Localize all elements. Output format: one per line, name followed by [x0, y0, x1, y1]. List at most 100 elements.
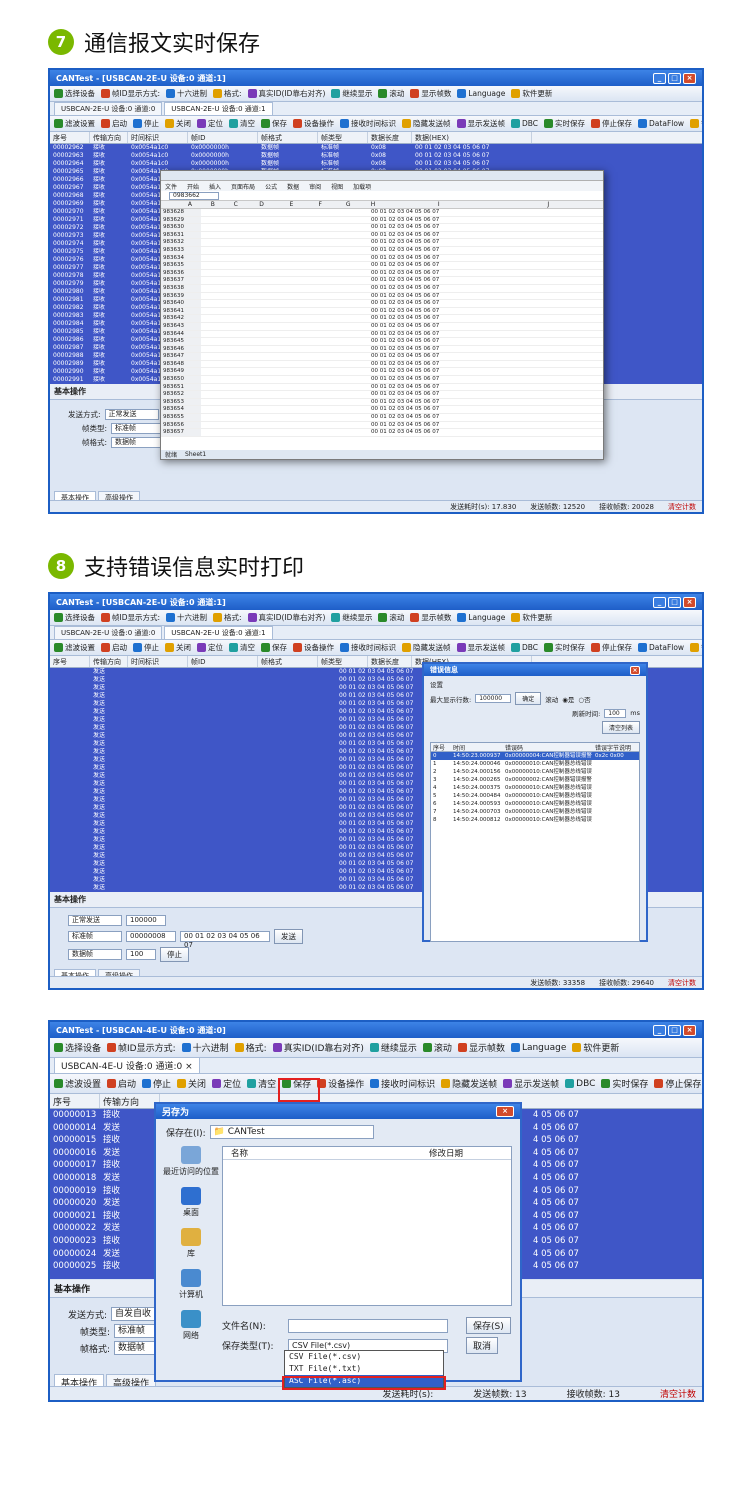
toolbar-item-6[interactable]: 滚动 — [422, 1041, 452, 1054]
device-tab[interactable]: USBCAN-2E-U 设备:0 通道:0 — [54, 626, 163, 639]
maximize-button[interactable]: □ — [668, 596, 681, 608]
action-item-3[interactable]: 关闭 — [165, 642, 191, 653]
toolbar-item-7[interactable]: 显示帧数 — [410, 612, 451, 623]
excel-row[interactable]: 983638 00 01 02 03 04 05 06 07 — [161, 284, 603, 293]
stop-button[interactable]: 停止 — [160, 947, 189, 962]
clear-list-button[interactable]: 清空列表 — [601, 721, 640, 734]
error-column-header[interactable]: 错误字节说明 — [593, 743, 637, 752]
column-letter[interactable]: G — [334, 201, 362, 208]
error-row[interactable]: 6 14:50:24.000593 0x00000010:CAN控制器总线错误 — [431, 800, 639, 808]
ribbon-tab[interactable]: 审阅 — [309, 182, 321, 191]
device-tab[interactable]: USBCAN-2E-U 设备:0 通道:0 — [54, 102, 163, 115]
action-item-11[interactable]: DBC — [565, 1079, 595, 1089]
clear-count-button[interactable]: 清空计数 — [668, 978, 696, 988]
col-date[interactable]: 修改日期 — [423, 1147, 463, 1159]
frame-type-select[interactable]: 标准帧 — [111, 423, 166, 434]
excel-row[interactable]: 983657 00 01 02 03 04 05 06 07 — [161, 429, 603, 437]
device-tab[interactable]: USBCAN-2E-U 设备:0 通道:1 — [164, 102, 273, 115]
toolbar-item-6[interactable]: 滚动 — [378, 88, 404, 99]
place-item[interactable]: 网络 — [181, 1310, 201, 1341]
column-letter[interactable]: I — [384, 201, 494, 208]
excel-row[interactable]: 983640 00 01 02 03 04 05 06 07 — [161, 300, 603, 308]
clear-count-button[interactable]: 清空计数 — [660, 1387, 696, 1400]
error-list[interactable]: 序号 时间 错误码 错误字节说明 0 14:50:23.000937 0x00000004… — [430, 742, 640, 942]
place-item[interactable]: 库 — [181, 1228, 201, 1259]
send-count-input[interactable]: 100000 — [126, 915, 166, 926]
action-item-13[interactable]: 停止保存 — [654, 1077, 701, 1090]
error-row[interactable]: 8 14:50:24.000812 0x00000010:CAN控制器总线错误 — [431, 816, 639, 824]
ribbon-tab[interactable]: 加载项 — [353, 182, 371, 191]
close-button[interactable]: × — [683, 72, 696, 84]
minimize-button[interactable]: _ — [653, 596, 666, 608]
error-row[interactable]: 5 14:50:24.000484 0x00000010:CAN控制器总线错误 — [431, 792, 639, 800]
toolbar-item-4[interactable]: 真实ID(ID靠右对齐) — [247, 88, 325, 99]
frame-id-input[interactable]: 00000008 — [126, 931, 176, 942]
excel-row[interactable]: 983630 00 01 02 03 04 05 06 07 — [161, 224, 603, 232]
action-item-10[interactable]: 显示发送帧 — [456, 118, 505, 129]
frame-format-select[interactable]: 数据帧 — [68, 949, 122, 960]
action-item-12[interactable]: 实时保存 — [544, 118, 585, 129]
column-letter[interactable]: H — [362, 201, 384, 208]
error-row[interactable]: 4 14:50:24.000375 0x00000010:CAN控制器总线错误 — [431, 784, 639, 792]
action-item-2[interactable]: 停止 — [142, 1077, 171, 1090]
column-header[interactable]: 帧类型 — [318, 132, 368, 143]
toolbar-item-4[interactable]: 真实ID(ID靠右对齐) — [247, 612, 325, 623]
excel-row[interactable]: 983639 00 01 02 03 04 05 06 07 — [161, 292, 603, 301]
tab-device[interactable]: USBCAN-4E-U 设备:0 通道:0 × — [54, 1057, 200, 1073]
action-item-9[interactable]: 隐藏发送帧 — [402, 118, 451, 129]
action-item-5[interactable]: 清空 — [247, 1077, 276, 1090]
toolbar-item-0[interactable]: 选择设备 — [54, 612, 95, 623]
column-header[interactable]: 帧ID — [188, 656, 258, 667]
excel-row[interactable]: 983649 00 01 02 03 04 05 06 07 — [161, 368, 603, 377]
radio-no[interactable]: ○否 — [578, 694, 590, 704]
excel-row[interactable]: 983647 00 01 02 03 04 05 06 07 — [161, 353, 603, 361]
toolbar-item-2[interactable]: 十六进制 — [166, 88, 207, 99]
column-letter[interactable]: D — [247, 201, 277, 208]
column-header[interactable]: 数据(HEX) — [412, 132, 532, 143]
maximize-button[interactable]: □ — [668, 72, 681, 84]
send-button[interactable]: 发送 — [274, 929, 303, 944]
toolbar-item-3[interactable]: 格式: — [213, 88, 242, 99]
excel-row[interactable]: 983631 00 01 02 03 04 05 06 07 — [161, 231, 603, 240]
toolbar-item-2[interactable]: 十六进制 — [166, 612, 207, 623]
place-item[interactable]: 桌面 — [181, 1187, 201, 1218]
action-item-10[interactable]: 显示发送帧 — [503, 1077, 559, 1090]
toolbar-item-1[interactable]: 帧ID显示方式: — [101, 612, 160, 623]
toolbar-item-0[interactable]: 选择设备 — [54, 1041, 101, 1054]
action-item-15[interactable]: 错误信息 — [690, 642, 702, 653]
error-row[interactable]: 2 14:50:24.000156 0x00000010:CAN控制器总线错误 — [431, 768, 639, 776]
action-item-7[interactable]: 设备操作 — [293, 118, 334, 129]
ribbon-tab[interactable]: 文件 — [165, 182, 177, 191]
toolbar-item-7[interactable]: 显示帧数 — [410, 88, 451, 99]
excel-row[interactable]: 983644 00 01 02 03 04 05 06 07 — [161, 330, 603, 339]
toolbar-item-4[interactable]: 真实ID(ID靠右对齐) — [272, 1041, 364, 1054]
action-item-11[interactable]: DBC — [511, 643, 538, 652]
column-header[interactable]: 数据长度 — [368, 132, 412, 143]
excel-row[interactable]: 983629 00 01 02 03 04 05 06 07 — [161, 216, 603, 225]
col-name[interactable]: 名称 — [223, 1147, 423, 1159]
excel-row[interactable]: 983635 00 01 02 03 04 05 06 07 — [161, 262, 603, 270]
toolbar-item-0[interactable]: 选择设备 — [54, 88, 95, 99]
toolbar-item-8[interactable]: Language — [510, 1043, 566, 1053]
place-item[interactable]: 计算机 — [179, 1269, 203, 1300]
action-item-3[interactable]: 关闭 — [177, 1077, 206, 1090]
column-letter[interactable]: J — [494, 201, 604, 208]
excel-row[interactable]: 983651 00 01 02 03 04 05 06 07 — [161, 383, 603, 392]
action-item-0[interactable]: 滤波设置 — [54, 1077, 101, 1090]
column-letter[interactable]: B — [201, 201, 225, 208]
column-letter[interactable]: F — [306, 201, 334, 208]
column-header[interactable]: 传输方向 — [100, 1094, 160, 1108]
minimize-button[interactable]: _ — [653, 72, 666, 84]
column-letter[interactable]: C — [225, 201, 247, 208]
action-item-14[interactable]: DataFlow — [638, 643, 684, 652]
error-row[interactable]: 1 14:50:24.000046 0x00000010:CAN控制器总线错误 — [431, 760, 639, 768]
file-type-option[interactable]: TXT File(*.txt) — [285, 1363, 443, 1375]
ribbon-tab[interactable]: 数据 — [287, 182, 299, 191]
excel-row[interactable]: 983655 00 01 02 03 04 05 06 07 — [161, 414, 603, 422]
excel-row[interactable]: 983646 00 01 02 03 04 05 06 07 — [161, 345, 603, 354]
column-header[interactable]: 数据长度 — [368, 656, 412, 667]
data-hex-input[interactable]: 00 01 02 03 04 05 06 07 — [180, 931, 270, 949]
action-item-5[interactable]: 清空 — [229, 118, 255, 129]
action-item-13[interactable]: 停止保存 — [591, 118, 632, 129]
toolbar-item-1[interactable]: 帧ID显示方式: — [107, 1041, 176, 1054]
